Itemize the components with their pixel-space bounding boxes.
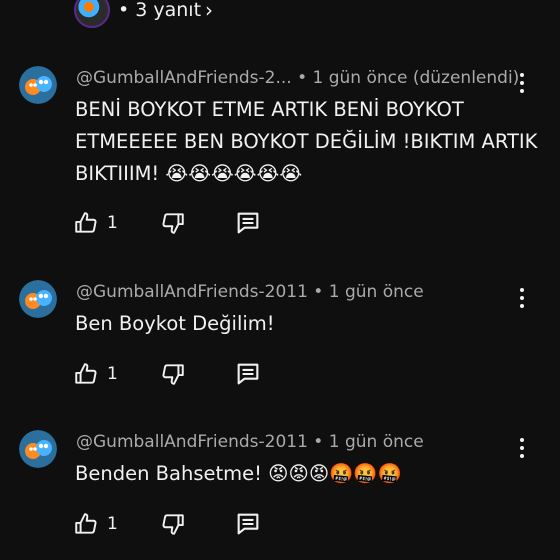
avatar[interactable] [19,280,57,318]
comment-time: • 1 gün önce [313,282,424,302]
replies-count-label: • 3 yanıt [118,0,202,21]
comment-actions: 1 [73,509,262,539]
thumbs-up-icon [73,210,99,236]
comment-actions: 1 [73,208,262,238]
more-vertical-icon[interactable] [512,70,532,96]
avatar [74,0,110,28]
replies-link[interactable]: • 3 yanıt › [118,0,213,21]
reply-button[interactable] [234,209,262,237]
dislike-button[interactable] [160,210,186,236]
thumbs-up-icon [73,361,99,387]
comment-actions: 1 [73,359,262,389]
reply-comment-icon [234,209,262,237]
like-count: 1 [107,514,118,534]
replies-bar[interactable]: • 3 yanıt › [74,0,213,30]
avatar[interactable] [19,430,57,468]
reply-comment-icon [234,360,262,388]
like-count: 1 [107,213,118,233]
like-button[interactable]: 1 [73,210,118,236]
avatar[interactable] [19,66,57,104]
like-count: 1 [107,364,118,384]
comment-time: • 1 gün önce [313,432,424,452]
reply-button[interactable] [234,510,262,538]
comment-text: Ben Boykot Değilim! [75,312,275,335]
thumbs-up-icon [73,511,99,537]
like-button[interactable]: 1 [73,361,118,387]
comment-meta: @GumballAndFriends-2011 • 1 gün önce [76,432,424,452]
thumbs-down-icon [160,511,186,537]
chevron-right-icon: › [205,0,214,22]
comment-meta: @GumballAndFriends-2... • 1 gün önce (dü… [76,68,519,88]
like-button[interactable]: 1 [73,511,118,537]
reply-button[interactable] [234,360,262,388]
comment-author[interactable]: @GumballAndFriends-2... [76,68,292,88]
thumbs-down-icon [160,210,186,236]
comment-author[interactable]: @GumballAndFriends-2011 [76,282,308,302]
reply-comment-icon [234,510,262,538]
comment-text: BENİ BOYKOT ETME ARTIK BENİ BOYKOT ETMEE… [75,98,544,185]
comment-meta: @GumballAndFriends-2011 • 1 gün önce [76,282,424,302]
comment-text: Benden Bahsetme! 😡😡😡🤬🤬🤬 [75,462,402,485]
dislike-button[interactable] [160,511,186,537]
dislike-button[interactable] [160,361,186,387]
comment-author[interactable]: @GumballAndFriends-2011 [76,432,308,452]
thumbs-down-icon [160,361,186,387]
comment-time: • 1 gün önce (düzenlendi) [297,68,520,88]
